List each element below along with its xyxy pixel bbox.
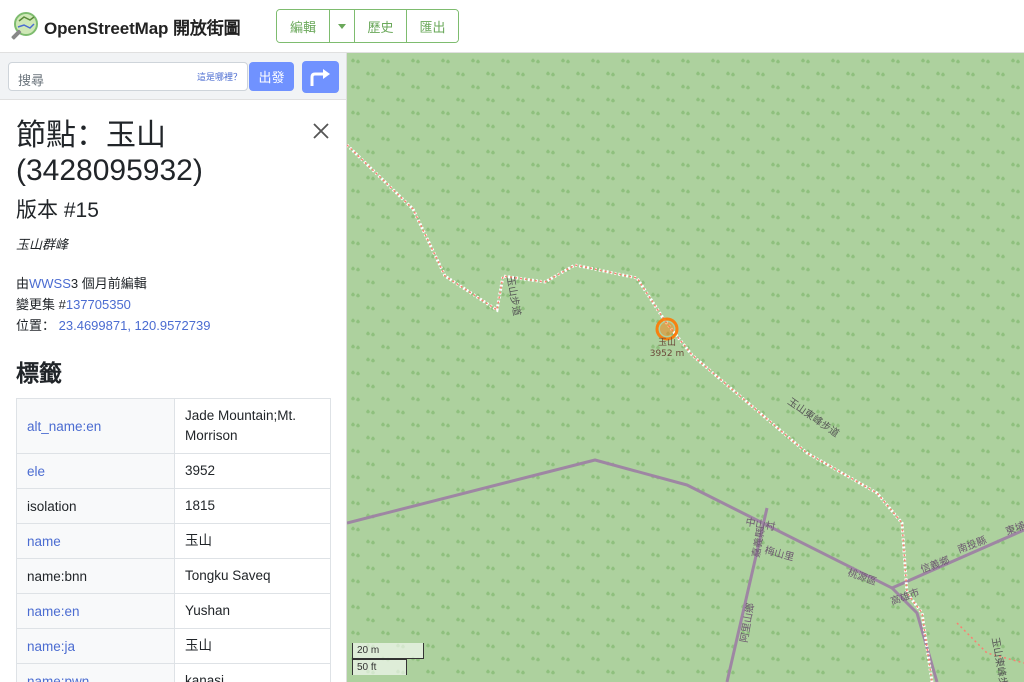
sidebar: 搜尋 這是哪裡？ 出發 節點：玉山 (3428095932) 版本 #15 玉山… xyxy=(0,53,347,682)
tag-value: 玉山 xyxy=(174,628,331,664)
chevron-down-icon xyxy=(338,23,346,29)
tag-key[interactable]: name:en xyxy=(16,593,175,629)
brand-link[interactable]: OpenStreetMap 開放街圖 xyxy=(10,11,241,41)
tag-key[interactable]: ele xyxy=(16,453,175,489)
tag-row: alt_name:en Jade Mountain;Mt. Morrison xyxy=(16,398,331,454)
tag-value: kanasi xyxy=(174,663,331,682)
edit-button-group: 編輯 歷史 匯出 xyxy=(276,9,459,43)
tag-value: 3952 xyxy=(174,453,331,489)
tag-value: 1815 xyxy=(174,488,331,524)
tag-value: Tongku Saveq xyxy=(174,558,331,594)
tag-value: Jade Mountain;Mt. Morrison xyxy=(174,398,331,454)
changeset-prefix: 變更集 # xyxy=(16,297,66,312)
tag-key[interactable]: name:ja xyxy=(16,628,175,664)
edited-prefix: 由 xyxy=(16,276,30,291)
feature-title: 節點：玉山 (3428095932) xyxy=(16,119,203,187)
feature-description: 玉山群峰 xyxy=(16,237,69,252)
history-button[interactable]: 歷史 xyxy=(355,10,407,42)
osm-logo-icon xyxy=(11,12,38,40)
edit-button[interactable]: 編輯 xyxy=(277,10,330,42)
directions-button[interactable] xyxy=(302,61,339,93)
tag-key: name:bnn xyxy=(16,558,175,594)
tag-row: name:ja 玉山 xyxy=(16,628,331,664)
tag-value: Yushan xyxy=(174,593,331,629)
search-go-button[interactable]: 出發 xyxy=(249,62,294,91)
scale-bar: 20 m 50 ft xyxy=(352,643,424,675)
where-is-this-link[interactable]: 這是哪裡？ xyxy=(197,70,242,83)
tags-table: alt_name:en Jade Mountain;Mt. Morrison ele… xyxy=(16,398,331,682)
tag-row: isolation 1815 xyxy=(16,488,331,524)
tag-row: name:pwn kanasi xyxy=(16,663,331,682)
close-icon[interactable] xyxy=(312,122,330,140)
edited-suffix: 3 個月前編輯 xyxy=(70,276,147,291)
search-input[interactable]: 搜尋 這是哪裡？ xyxy=(8,62,248,91)
location-line: 位置： 23.4699871, 120.9572739 xyxy=(16,315,330,336)
tag-key: isolation xyxy=(16,488,175,524)
tag-row: name 玉山 xyxy=(16,523,331,559)
tag-row: name:bnn Tongku Saveq xyxy=(16,558,331,594)
edit-dropdown-button[interactable] xyxy=(330,10,355,42)
tag-row: ele 3952 xyxy=(16,453,331,489)
tag-value: 玉山 xyxy=(174,523,331,559)
tag-row: name:en Yushan xyxy=(16,593,331,629)
top-navbar: OpenStreetMap 開放街圖 編輯 歷史 匯出 xyxy=(0,0,1024,53)
brand-name: OpenStreetMap 開放街圖 xyxy=(44,18,241,38)
scale-imperial: 50 ft xyxy=(352,659,407,675)
search-bar: 搜尋 這是哪裡？ 出發 xyxy=(0,53,346,100)
edited-by-line: 由WWSS3 個月前編輯 xyxy=(16,273,330,294)
scale-metric: 20 m xyxy=(352,643,424,659)
forest-texture xyxy=(347,53,1024,682)
feature-metadata: 由WWSS3 個月前編輯 變更集 #137705350 位置： 23.46998… xyxy=(16,273,330,336)
map-canvas[interactable]: 玉山步道 玉山東峰步道 中山村 梅山里 桃源區 高雄市 信義鄉 南投縣 玉山東峰… xyxy=(347,53,1024,682)
map-view[interactable]: 玉山步道 玉山東峰步道 中山村 梅山里 桃源區 高雄市 信義鄉 南投縣 玉山東峰… xyxy=(347,53,1024,682)
feature-version: 版本 #15 xyxy=(16,199,99,222)
tag-key[interactable]: name:pwn xyxy=(16,663,175,682)
directions-icon xyxy=(310,69,330,86)
changeset-link[interactable]: 137705350 xyxy=(66,297,131,312)
changeset-line: 變更集 #137705350 xyxy=(16,294,330,315)
tags-heading: 標籤 xyxy=(16,360,62,386)
location-prefix: 位置： xyxy=(16,318,56,333)
feature-panel: 節點：玉山 (3428095932) 版本 #15 玉山群峰 由WWSS3 個月… xyxy=(0,100,346,682)
editor-link[interactable]: WWSS xyxy=(29,276,71,291)
search-placeholder: 搜尋 xyxy=(18,73,45,88)
peak-elevation-label: 3952 m xyxy=(650,349,685,359)
location-link[interactable]: 23.4699871, 120.9572739 xyxy=(59,318,211,333)
tag-key[interactable]: alt_name:en xyxy=(16,398,175,454)
peak-name-label: 玉山 xyxy=(658,337,676,348)
export-button[interactable]: 匯出 xyxy=(407,10,458,42)
tag-key[interactable]: name xyxy=(16,523,175,559)
